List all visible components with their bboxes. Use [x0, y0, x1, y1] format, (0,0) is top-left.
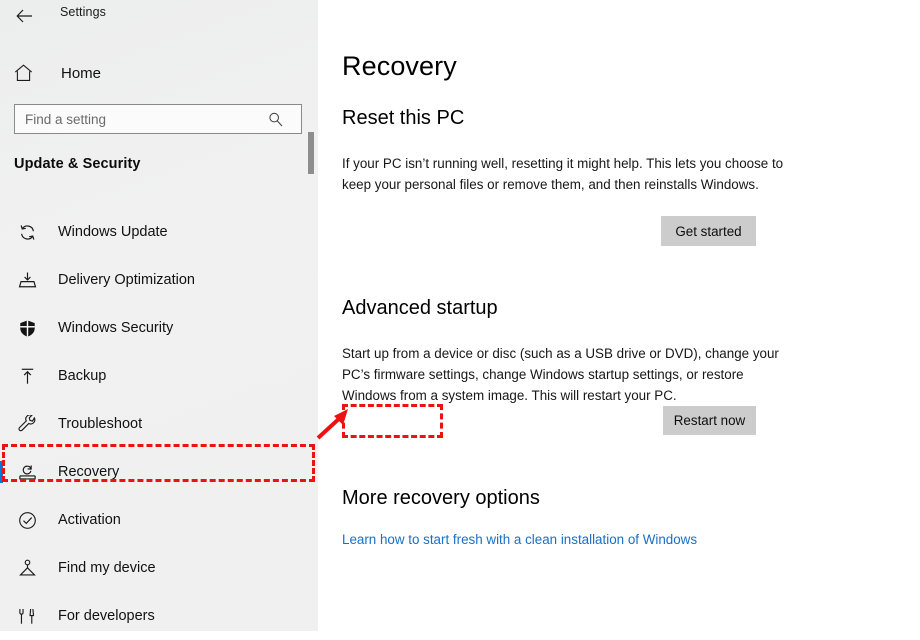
sidebar-item-home-label: Home	[61, 64, 102, 82]
sync-icon	[15, 220, 39, 244]
sidebar-item-windows-security[interactable]: Windows Security	[0, 304, 318, 352]
search-input[interactable]	[25, 106, 260, 132]
sidebar-item-find-my-device[interactable]: Find my device	[0, 544, 318, 592]
search-icon	[260, 112, 290, 127]
shield-icon	[15, 316, 39, 340]
sidebar-item-activation-label: Activation	[58, 512, 121, 528]
sidebar-item-activation[interactable]: Activation	[0, 496, 318, 544]
app-title: Settings	[60, 5, 106, 19]
sidebar-item-windows-security-label: Windows Security	[58, 320, 174, 336]
sidebar-item-backup[interactable]: Backup	[0, 352, 318, 400]
advanced-startup-description: Start up from a device or disc (such as …	[342, 346, 779, 403]
sidebar-item-delivery-optimization-label: Delivery Optimization	[58, 272, 195, 288]
tools-icon	[15, 604, 39, 628]
sidebar-item-windows-update[interactable]: Windows Update	[0, 208, 318, 256]
sidebar-scrollbar-thumb[interactable]	[308, 132, 314, 174]
sidebar-item-backup-label: Backup	[58, 368, 107, 384]
recovery-icon	[15, 460, 39, 484]
more-recovery-options-heading: More recovery options	[342, 487, 540, 509]
sidebar-item-find-my-device-label: Find my device	[58, 560, 156, 576]
advanced-startup-heading: Advanced startup	[342, 297, 498, 319]
upload-arrow-icon	[15, 364, 39, 388]
home-icon	[14, 64, 44, 82]
sidebar-item-recovery-label: Recovery	[58, 464, 120, 480]
sidebar-nav-list: Windows Update Delivery Optimization Win…	[0, 208, 318, 640]
start-fresh-link[interactable]: Learn how to start fresh with a clean in…	[342, 532, 697, 547]
check-circle-icon	[15, 508, 39, 532]
page-title: Recovery	[342, 51, 457, 81]
sidebar-item-for-developers[interactable]: For developers	[0, 592, 318, 640]
reset-this-pc-heading: Reset this PC	[342, 107, 465, 129]
get-started-button[interactable]: Get started	[661, 216, 756, 246]
locator-pin-icon	[15, 556, 39, 580]
sidebar-item-troubleshoot[interactable]: Troubleshoot	[0, 400, 318, 448]
sidebar-item-troubleshoot-label: Troubleshoot	[58, 416, 143, 432]
sidebar-item-home[interactable]: Home	[0, 58, 318, 88]
settings-sidebar: Settings Home Update & Security	[0, 0, 318, 631]
title-bar: Settings	[0, 0, 318, 32]
back-arrow-icon	[15, 9, 32, 23]
back-button[interactable]	[11, 3, 37, 29]
sidebar-item-for-developers-label: For developers	[58, 608, 155, 624]
search-box[interactable]	[14, 104, 302, 134]
wrench-icon	[15, 412, 39, 436]
reset-this-pc-description: If your PC isn’t running well, resetting…	[342, 156, 784, 192]
sidebar-item-delivery-optimization[interactable]: Delivery Optimization	[0, 256, 318, 304]
sidebar-item-recovery[interactable]: Recovery	[0, 448, 318, 496]
sidebar-section-header: Update & Security	[14, 156, 141, 172]
restart-now-button[interactable]: Restart now	[663, 406, 756, 435]
sidebar-item-windows-update-label: Windows Update	[58, 224, 168, 240]
content-pane: Recovery Reset this PC If your PC isn’t …	[318, 0, 920, 631]
download-box-icon	[15, 268, 39, 292]
